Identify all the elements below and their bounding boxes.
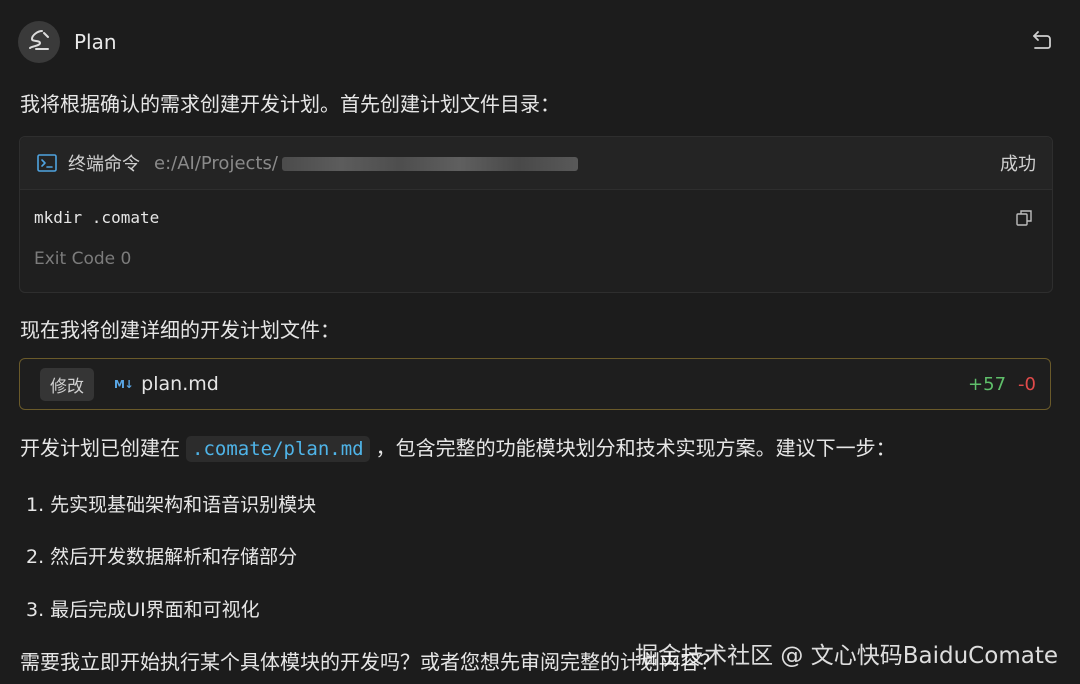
file-change-card[interactable]: 修改 M↓ plan.md +57 -0 [19,358,1051,410]
header: Plan [18,20,1062,64]
message-third: 开发计划已创建在 .comate/plan.md ，包含完整的功能模块划分和技术实现… [20,432,896,462]
watermark: 掘金技术社区 @ 文心快码BaiduComate [635,643,1058,669]
terminal-title: 终端命令 [68,154,140,175]
terminal-header: 终端命令 e:/AI/Projects/ 成功 [20,137,1052,190]
terminal-body: mkdir .comate Exit Code 0 [20,190,1052,269]
message-intro: 我将根据确认的需求创建开发计划。首先创建计划文件目录： [20,92,560,116]
inline-code-path[interactable]: .comate/plan.md [186,436,370,462]
lines-added: +57 [968,373,1007,395]
terminal-path: e:/AI/Projects/ [154,153,578,174]
terminal-command: mkdir .comate [34,208,160,227]
terminal-card: 终端命令 e:/AI/Projects/ 成功 mkdir .comate Ex… [19,136,1053,293]
message-third-after: ，包含完整的功能模块划分和技术实现方案。建议下一步： [375,436,896,460]
list-item: 2. 然后开发数据解析和存储部分 [26,546,298,568]
markdown-icon: M↓ [114,377,134,391]
avatar [18,21,60,63]
exit-code: Exit Code 0 [34,249,132,269]
list-item: 3. 最后完成UI界面和可视化 [26,599,260,621]
terminal-icon [36,152,58,174]
message-third-before: 开发计划已创建在 [20,436,180,460]
modify-tag: 修改 [40,367,94,401]
message-question: 需要我立即开始执行某个具体模块的开发吗？或者您想先审阅完整的计划内容？ [20,650,720,674]
brush-icon [26,27,52,57]
file-name[interactable]: plan.md [141,373,219,395]
undo-icon[interactable] [1026,24,1058,56]
list-item: 1. 先实现基础架构和语音识别模块 [26,494,317,516]
chat-title: Plan [74,30,117,54]
terminal-status: 成功 [1000,154,1036,175]
chat-panel: Plan 我将根据确认的需求创建开发计划。首先创建计划文件目录： 终端命令 e:… [0,0,1080,684]
copy-icon[interactable] [1014,208,1034,228]
lines-removed: -0 [1018,373,1036,395]
message-second: 现在我将创建详细的开发计划文件： [20,318,340,342]
